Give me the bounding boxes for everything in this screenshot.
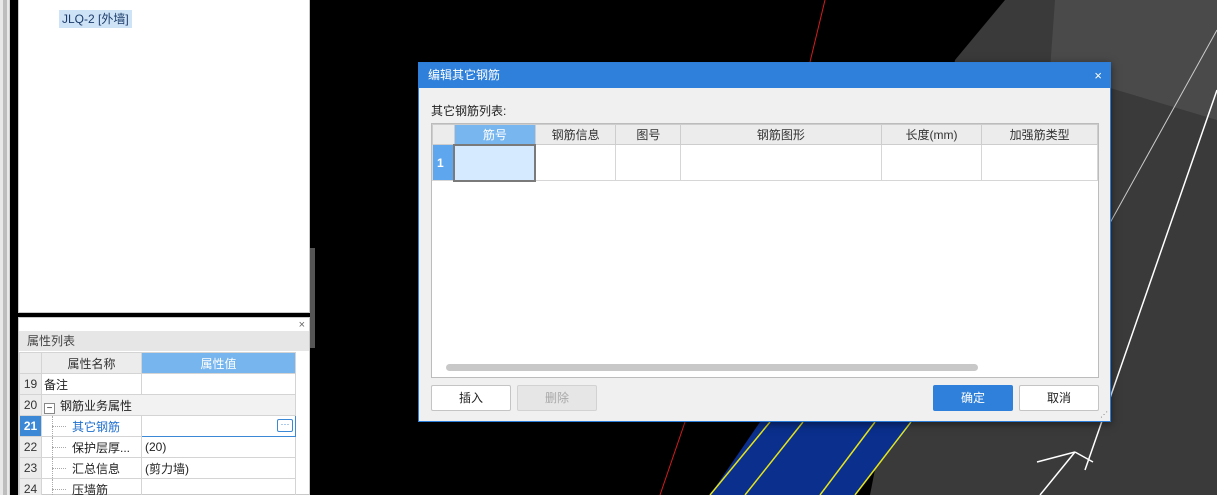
row-number: 23 [19,457,42,479]
property-row-pressure-bar[interactable]: 24 压墙筋 [19,478,296,495]
collapse-icon[interactable]: − [44,402,55,414]
left-edge-strip [0,0,10,495]
red-axis-line-bottom [659,421,686,495]
col-figure-number[interactable]: 图号 [615,124,682,145]
group-label: 钢筋业务属性 [60,398,133,413]
edge-bar [3,0,7,495]
horizontal-scrollbar[interactable] [446,364,978,371]
grid-row[interactable]: 1 [432,143,1098,182]
property-panel-title: 属性列表 [19,331,309,351]
property-panel-close-icon[interactable]: × [299,319,305,331]
cell-length[interactable] [880,144,983,181]
property-group-name[interactable]: − 钢筋业务属性 [41,394,296,416]
dialog-close-icon[interactable]: × [1094,63,1102,88]
property-row-other-rebar[interactable]: 21 其它钢筋 ··· [19,415,296,437]
delete-button[interactable]: 删除 [517,385,597,411]
grid-header-row: 筋号 钢筋信息 图号 钢筋图形 长度(mm) 加强筋类型 [432,124,1098,145]
cell-figure-number[interactable] [615,144,682,181]
property-value[interactable] [141,373,296,395]
cell-bar-number[interactable] [453,143,537,182]
property-name: 其它钢筋 [41,415,142,437]
row-number: 22 [19,436,42,458]
cell-reinforcement-type[interactable] [981,144,1098,181]
header-property-value: 属性值 [141,352,296,374]
property-table: 属性名称 属性值 19 备注 20 − 钢筋业务属性 21 其它钢筋 ··· 22… [19,352,296,495]
dialog-title: 编辑其它钢筋 [428,68,501,82]
col-rebar-info[interactable]: 钢筋信息 [534,124,617,145]
cell-rebar-info[interactable] [534,144,617,181]
tree-clipped-node [67,0,147,1]
header-property-name: 属性名称 [41,352,142,374]
property-value[interactable]: (剪力墙) [141,457,296,479]
property-name: 备注 [41,373,142,395]
header-index [19,352,42,374]
property-row-summary[interactable]: 23 汇总信息 (剪力墙) [19,457,296,479]
property-row-remark[interactable]: 19 备注 [19,373,296,395]
cancel-button[interactable]: 取消 [1019,385,1099,411]
ellipsis-button[interactable]: ··· [277,419,293,432]
edit-other-rebar-dialog: 编辑其它钢筋 × 其它钢筋列表: 筋号 钢筋信息 图号 钢筋图形 长度(mm) … [418,62,1111,422]
cell-rebar-shape[interactable] [680,144,882,181]
insert-button[interactable]: 插入 [431,385,511,411]
col-length[interactable]: 长度(mm) [880,124,983,145]
row-number: 21 [19,415,42,437]
property-row-cover[interactable]: 22 保护层厚... (20) [19,436,296,458]
property-value[interactable] [141,478,296,495]
rebar-list-label: 其它钢筋列表: [431,104,507,118]
col-reinforcement-type[interactable]: 加强筋类型 [981,124,1098,145]
dialog-titlebar[interactable]: 编辑其它钢筋 × [419,63,1110,88]
col-rebar-shape[interactable]: 钢筋图形 [680,124,882,145]
other-rebar-value-editor[interactable]: ··· [141,415,296,437]
row-number: 24 [19,478,42,495]
tree-node-jlq2[interactable]: JLQ-2 [外墙] [59,10,132,28]
component-tree-panel: JLQ-2 [外墙] [18,0,310,313]
row-number: 19 [19,373,42,395]
property-header-row: 属性名称 属性值 [19,352,296,374]
row-number: 20 [19,394,42,416]
grid-row-number[interactable]: 1 [432,144,455,181]
property-list-panel: × 属性列表 属性名称 属性值 19 备注 20 − 钢筋业务属性 21 其它钢筋… [18,317,310,495]
rebar-grid-container: 筋号 钢筋信息 图号 钢筋图形 长度(mm) 加强筋类型 1 [431,123,1099,378]
property-row-rebar-group[interactable]: 20 − 钢筋业务属性 [19,394,296,416]
property-value[interactable]: (20) [141,436,296,458]
col-bar-number[interactable]: 筋号 [453,124,536,145]
rebar-grid: 筋号 钢筋信息 图号 钢筋图形 长度(mm) 加强筋类型 1 [432,124,1098,182]
red-axis-line-top [809,0,826,63]
property-name: 保护层厚... [41,436,142,458]
property-name: 汇总信息 [41,457,142,479]
property-name: 压墙筋 [41,478,142,495]
grid-corner-cell [432,124,455,145]
ok-button[interactable]: 确定 [933,385,1013,411]
resize-grip-icon[interactable]: ⋰ [1100,411,1108,419]
